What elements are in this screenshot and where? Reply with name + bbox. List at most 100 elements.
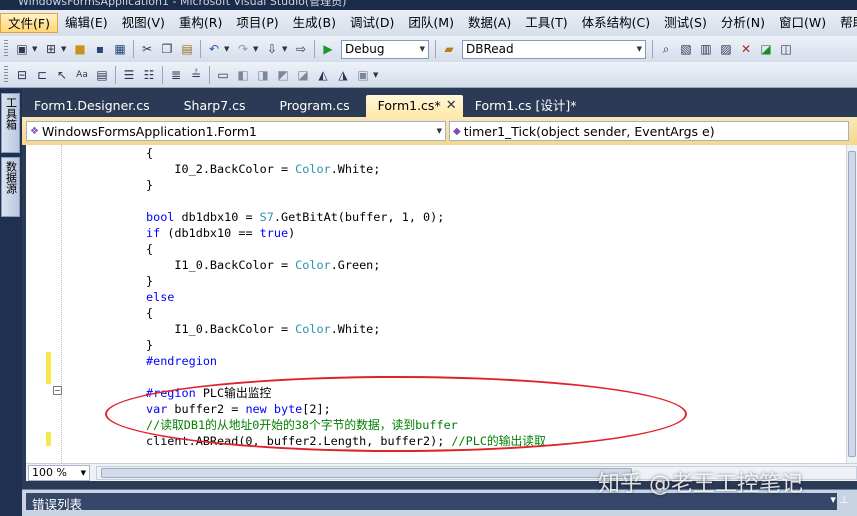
prev-document-bookmark-icon[interactable]: ◭ — [315, 66, 332, 83]
solution-config-select[interactable]: Debug ▼ — [341, 39, 429, 59]
member-dropdown-value: timer1_Tick(object sender, EventArgs e) — [463, 123, 715, 139]
menu-data[interactable]: 数据(A) — [461, 13, 518, 33]
toolbar-options-dropdown-icon[interactable]: ▼ — [373, 71, 380, 79]
datasource-side-label: 数据源 — [4, 161, 18, 194]
solution-explorer-icon[interactable]: ▧ — [678, 41, 695, 58]
toolbar-separator — [115, 65, 116, 84]
menu-test[interactable]: 测试(S) — [657, 13, 714, 33]
new-project-dropdown-icon[interactable]: ▼ — [32, 45, 39, 53]
class-dropdown[interactable]: ❖ WindowsFormsApplication1.Form1 ▼ — [26, 121, 446, 141]
chevron-down-icon: ▼ — [80, 468, 86, 477]
code-editor[interactable]: − { I0_2.BackColor = Color.White; } bool… — [26, 145, 857, 463]
error-list-title-text: 错误列表 — [32, 497, 83, 512]
prev-bookmark-folder-icon[interactable]: ◩ — [275, 66, 292, 83]
menu-tools[interactable]: 工具(T) — [518, 13, 574, 33]
zoom-select[interactable]: 100 % ▼ — [28, 464, 90, 481]
start-page-icon[interactable]: ◪ — [758, 41, 775, 58]
document-tabs: Form1.Designer.cs Sharp7.cs Program.cs F… — [22, 89, 857, 117]
tab-form1-designer[interactable]: Form1.Designer.cs — [22, 95, 162, 117]
menu-edit[interactable]: 编辑(E) — [58, 13, 115, 33]
tab-program[interactable]: Program.cs — [268, 95, 362, 117]
toolbar-grip[interactable] — [4, 65, 8, 84]
find-combo[interactable]: DBRead ▼ — [462, 39, 646, 59]
menu-help[interactable]: 帮助(H) — [833, 13, 857, 33]
collapse-region-icon[interactable]: − — [53, 386, 62, 395]
redo-dropdown-icon[interactable]: ▼ — [253, 45, 260, 53]
toolbox-icon[interactable]: ✕ — [738, 41, 755, 58]
add-item-dropdown-icon[interactable]: ▼ — [61, 45, 68, 53]
tab-label: Sharp7.cs — [183, 98, 246, 113]
next-document-bookmark-icon[interactable]: ◮ — [335, 66, 352, 83]
chevron-down-icon: ▼ — [636, 45, 642, 53]
toolbar-separator — [314, 40, 315, 58]
paste-icon[interactable]: ▤ — [179, 41, 196, 58]
save-all-icon[interactable]: ▦ — [112, 41, 129, 58]
toolbar-separator — [133, 40, 134, 58]
pin-icon[interactable]: ▾ ⊥ — [830, 493, 849, 506]
menu-analyze[interactable]: 分析(N) — [714, 13, 772, 33]
undo-icon[interactable]: ↶ — [206, 41, 223, 58]
undo-dropdown-icon[interactable]: ▼ — [224, 45, 231, 53]
toolbar-grip[interactable] — [4, 40, 8, 58]
object-browser-icon[interactable]: ▨ — [718, 41, 735, 58]
tab-form1-design[interactable]: Form1.cs [设计]* — [463, 95, 589, 117]
redo-icon[interactable]: ↷ — [235, 41, 252, 58]
next-bookmark-icon[interactable]: ◨ — [255, 66, 272, 83]
start-debugging-icon[interactable]: ▶ — [320, 41, 337, 58]
datasource-side-tab[interactable]: 数据源 — [1, 157, 20, 217]
vertical-scroll-thumb[interactable] — [848, 151, 856, 457]
menu-team[interactable]: 团队(M) — [401, 13, 461, 33]
text-icon[interactable]: Aa — [74, 66, 91, 83]
find-icon[interactable]: ⌕ — [658, 41, 675, 58]
add-item-icon[interactable]: ⊞ — [43, 41, 60, 58]
code-line: #endregion — [146, 354, 218, 368]
menu-view[interactable]: 视图(V) — [115, 13, 172, 33]
menu-window[interactable]: 窗口(W) — [772, 13, 833, 33]
code-text[interactable]: { I0_2.BackColor = Color.White; } bool d… — [66, 145, 846, 449]
menu-file[interactable]: 文件(F) — [0, 13, 58, 33]
extension-manager-icon[interactable]: ◫ — [778, 41, 795, 58]
tab-form1-cs[interactable]: Form1.cs* ✕ — [365, 95, 463, 117]
watermark: 知乎 @老王工控笔记 — [598, 472, 803, 497]
cut-icon[interactable]: ✂ — [139, 41, 156, 58]
toolbar-separator — [652, 40, 653, 58]
next-bookmark-folder-icon[interactable]: ◪ — [295, 66, 312, 83]
horizontal-scroll-thumb[interactable] — [101, 467, 633, 478]
navigate-forward-icon[interactable]: ⇨ — [293, 41, 310, 58]
indent-icon[interactable]: ☰ — [121, 66, 138, 83]
clear-bookmarks-icon[interactable]: ▣ — [355, 66, 372, 83]
tab-sharp7[interactable]: Sharp7.cs — [172, 95, 258, 117]
bookmark-icon[interactable]: ▭ — [215, 66, 232, 83]
toolbar-separator — [200, 40, 201, 58]
code-line: { — [146, 306, 154, 320]
menu-build[interactable]: 生成(B) — [286, 13, 343, 33]
navigate-icon[interactable]: ⇩ — [264, 41, 281, 58]
outdent-icon[interactable]: ☷ — [141, 66, 158, 83]
properties-icon[interactable]: ▥ — [698, 41, 715, 58]
navigate-dropdown-icon[interactable]: ▼ — [282, 45, 289, 53]
uncomment-icon[interactable]: ≟ — [188, 66, 205, 83]
toolbox-side-tab[interactable]: 工具箱 — [1, 93, 20, 153]
member-dropdown[interactable]: ◆ timer1_Tick(object sender, EventArgs e… — [449, 121, 849, 141]
indicator-margin[interactable] — [26, 145, 46, 463]
menu-refactor[interactable]: 重构(R) — [172, 13, 229, 33]
menu-architecture[interactable]: 体系结构(C) — [575, 13, 657, 33]
save-icon[interactable]: ▪ — [92, 41, 109, 58]
align-to-grid-icon[interactable]: ⊟ — [14, 66, 31, 83]
open-folder-icon[interactable]: ■ — [72, 41, 89, 58]
new-project-icon[interactable]: ▣ — [14, 41, 31, 58]
close-icon[interactable]: ✕ — [446, 95, 457, 117]
paragraph-icon[interactable]: ▤ — [94, 66, 111, 83]
pointer-icon[interactable]: ↖ — [54, 66, 71, 83]
copy-icon[interactable]: ❐ — [159, 41, 176, 58]
comment-icon[interactable]: ≣ — [168, 66, 185, 83]
menu-debug[interactable]: 调试(D) — [343, 13, 401, 33]
align-lefts-icon[interactable]: ⊏ — [34, 66, 51, 83]
toolbar-separator — [435, 40, 436, 58]
vertical-scrollbar[interactable] — [846, 145, 857, 463]
prev-bookmark-icon[interactable]: ◧ — [235, 66, 252, 83]
menu-project[interactable]: 项目(P) — [229, 13, 285, 33]
find-in-files-icon[interactable]: ▰ — [441, 41, 458, 58]
code-line: #region PLC输出监控 — [146, 386, 272, 400]
